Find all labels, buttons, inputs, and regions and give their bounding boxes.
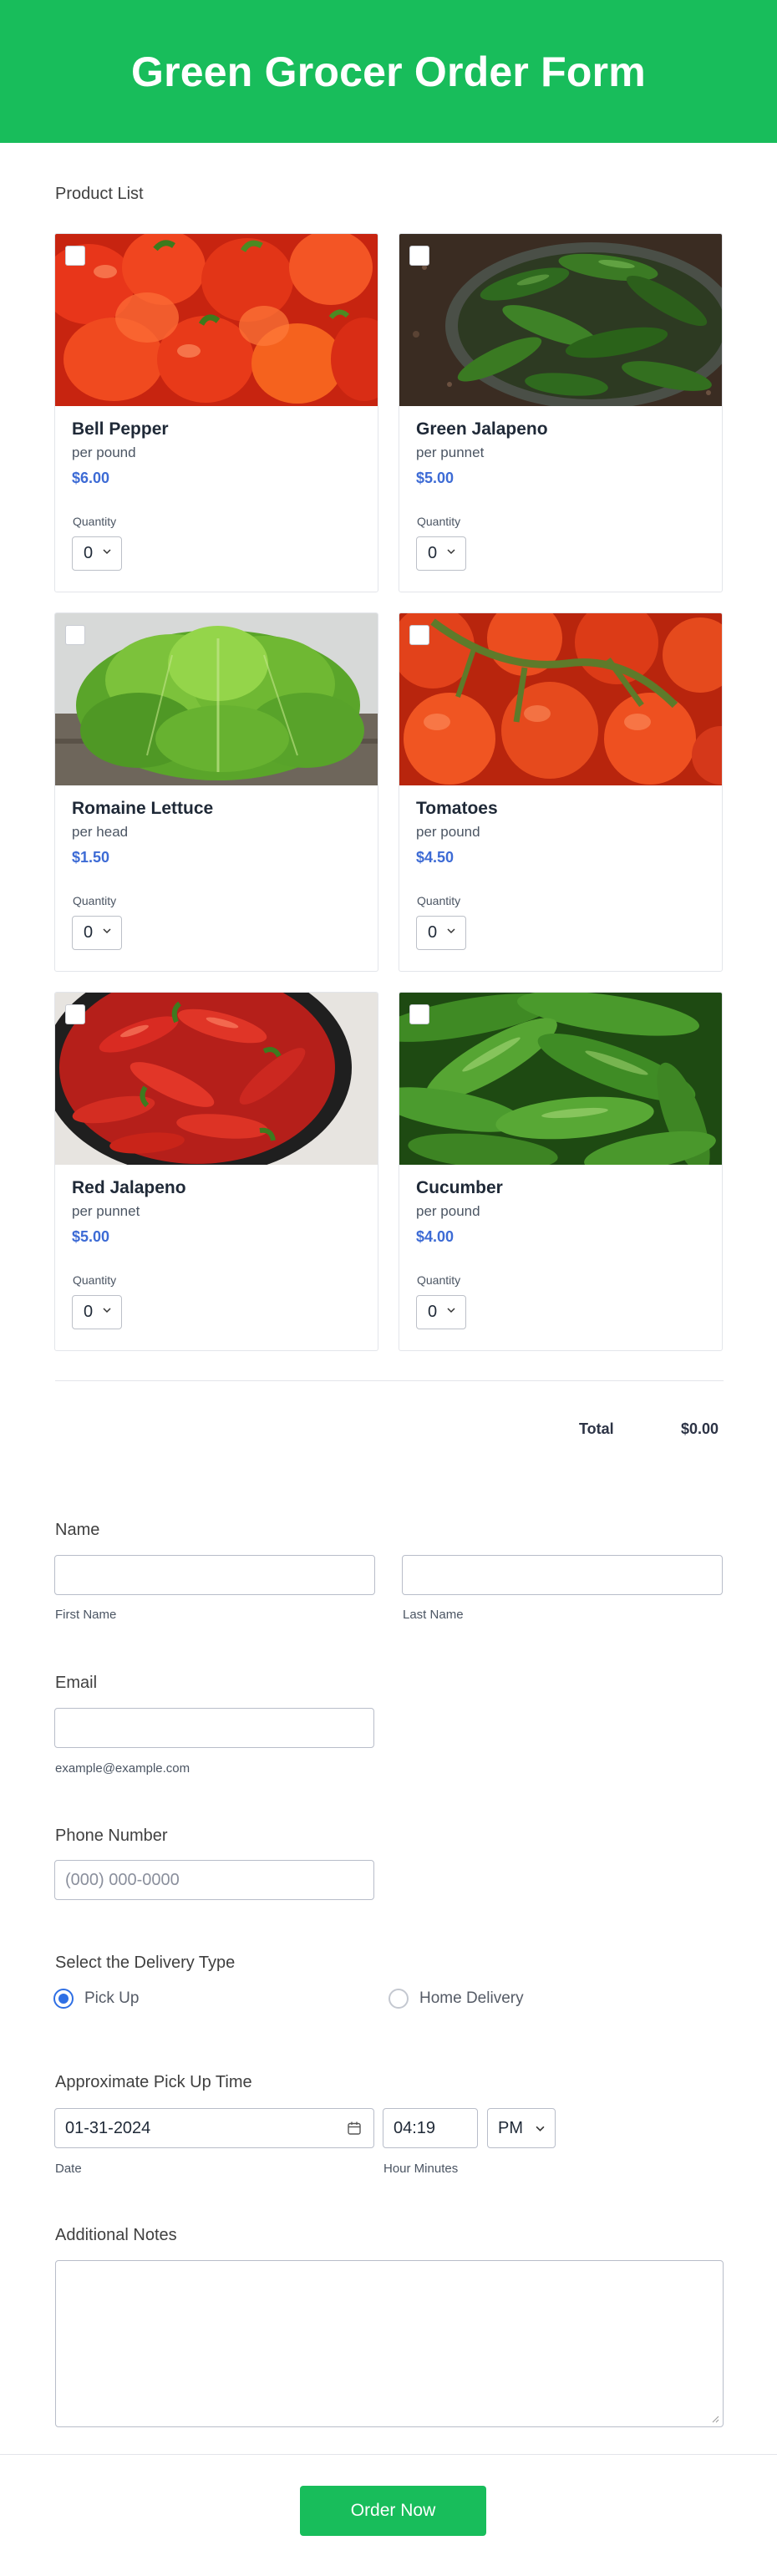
first-name-sublabel: First Name [55,1608,117,1622]
quantity-value: 0 [428,544,438,562]
tomatoes-image [399,613,722,785]
cucumber-image [399,993,722,1165]
chevron-down-icon [447,549,455,555]
product-checkbox[interactable] [409,1004,429,1024]
quantity-value: 0 [84,1303,94,1321]
email-sublabel: example@example.com [55,1761,190,1776]
product-price: $6.00 [72,470,110,486]
chevron-down-icon [103,1308,111,1313]
last-name-sublabel: Last Name [403,1608,464,1622]
product-unit: per punnet [416,445,485,460]
product-card-cucumber[interactable]: Cucumber per pound $4.00 Quantity 0 [399,992,723,1351]
chevron-down-icon [103,549,111,555]
phone-label: Phone Number [55,1827,168,1845]
date-input[interactable]: 01-31-2024 [54,2108,374,2148]
chevron-down-icon [447,1308,455,1313]
home-delivery-label[interactable]: Home Delivery [419,1989,524,2008]
product-name: Red Jalapeno [72,1178,186,1197]
delivery-type-label: Select the Delivery Type [55,1954,236,1972]
product-checkbox[interactable] [65,246,85,266]
product-checkbox[interactable] [409,246,429,266]
email-label: Email [55,1674,98,1692]
time-value: 04:19 [394,2118,436,2137]
product-checkbox[interactable] [409,625,429,645]
quantity-label: Quantity [73,515,117,528]
product-price: $5.00 [72,1228,110,1245]
quantity-value: 0 [428,1303,438,1321]
quantity-label: Quantity [417,1273,461,1287]
form-header: Green Grocer Order Form [0,0,777,143]
phone-placeholder: (000) 000-0000 [65,1870,180,1889]
notes-textarea[interactable] [55,2260,724,2427]
time-sublabel: Hour Minutes [383,2162,459,2176]
chevron-down-icon [103,928,111,934]
date-value: 01-31-2024 [65,2118,151,2137]
quantity-select[interactable]: 0 [416,916,466,950]
total-divider [55,1380,724,1381]
quantity-label: Quantity [73,894,117,907]
product-card-green-jalapeno[interactable]: Green Jalapeno per punnet $5.00 Quantity… [399,233,723,592]
product-unit: per pound [416,1203,480,1219]
email-input[interactable] [54,1708,374,1748]
product-card-red-jalapeno[interactable]: Red Jalapeno per punnet $5.00 Quantity 0 [54,992,378,1351]
green-jalapeno-image [399,234,722,406]
product-unit: per pound [416,824,480,840]
total-value: $0.00 [681,1420,719,1437]
quantity-value: 0 [428,923,438,942]
order-now-button[interactable]: Order Now [300,2486,486,2536]
product-unit: per head [72,824,129,840]
chevron-down-icon [536,2126,545,2131]
quantity-value: 0 [84,923,94,942]
quantity-value: 0 [84,544,94,562]
product-card-tomatoes[interactable]: Tomatoes per pound $4.50 Quantity 0 [399,612,723,972]
quantity-select[interactable]: 0 [72,916,122,950]
pick-up-radio[interactable] [53,1989,74,2009]
product-card-romaine-lettuce[interactable]: Romaine Lettuce per head $1.50 Quantity … [54,612,378,972]
pickup-time-label: Approximate Pick Up Time [55,2073,252,2091]
date-sublabel: Date [55,2162,82,2176]
quantity-select[interactable]: 0 [72,536,122,571]
quantity-select[interactable]: 0 [416,1295,466,1329]
product-price: $4.50 [416,849,455,866]
product-price: $1.50 [72,849,110,866]
product-name: Bell Pepper [72,419,169,439]
phone-input[interactable]: (000) 000-0000 [54,1860,374,1900]
chevron-down-icon [447,928,455,934]
quantity-label: Quantity [417,894,461,907]
quantity-select[interactable]: 0 [416,536,466,571]
product-name: Tomatoes [416,799,498,818]
ampm-select[interactable]: PM [487,2108,556,2148]
last-name-input[interactable] [402,1555,723,1595]
pick-up-label[interactable]: Pick Up [84,1989,139,2008]
product-checkbox[interactable] [65,1004,85,1024]
product-name: Romaine Lettuce [72,799,214,818]
form-title: Green Grocer Order Form [131,48,646,95]
resize-grip-icon[interactable] [711,2415,719,2423]
product-name: Cucumber [416,1178,503,1197]
product-price: $4.00 [416,1228,455,1245]
total-label: Total [579,1420,614,1437]
footer-divider [0,2454,777,2455]
product-card-bell-pepper[interactable]: Bell Pepper per pound $6.00 Quantity 0 [54,233,378,592]
product-name: Green Jalapeno [416,419,548,439]
product-unit: per pound [72,445,136,460]
quantity-label: Quantity [417,515,461,528]
quantity-label: Quantity [73,1273,117,1287]
product-checkbox[interactable] [65,625,85,645]
ampm-value: PM [498,2118,523,2137]
product-price: $5.00 [416,470,455,486]
home-delivery-radio[interactable] [388,1989,409,2009]
product-list-label: Product List [55,185,144,203]
notes-label: Additional Notes [55,2226,177,2244]
red-jalapeno-image [55,993,378,1165]
product-unit: per punnet [72,1203,140,1219]
time-input[interactable]: 04:19 [383,2108,478,2148]
first-name-input[interactable] [54,1555,375,1595]
bell-pepper-image [55,234,378,406]
calendar-icon[interactable] [347,2121,362,2136]
romaine-lettuce-image [55,613,378,785]
name-label: Name [55,1521,100,1539]
quantity-select[interactable]: 0 [72,1295,122,1329]
